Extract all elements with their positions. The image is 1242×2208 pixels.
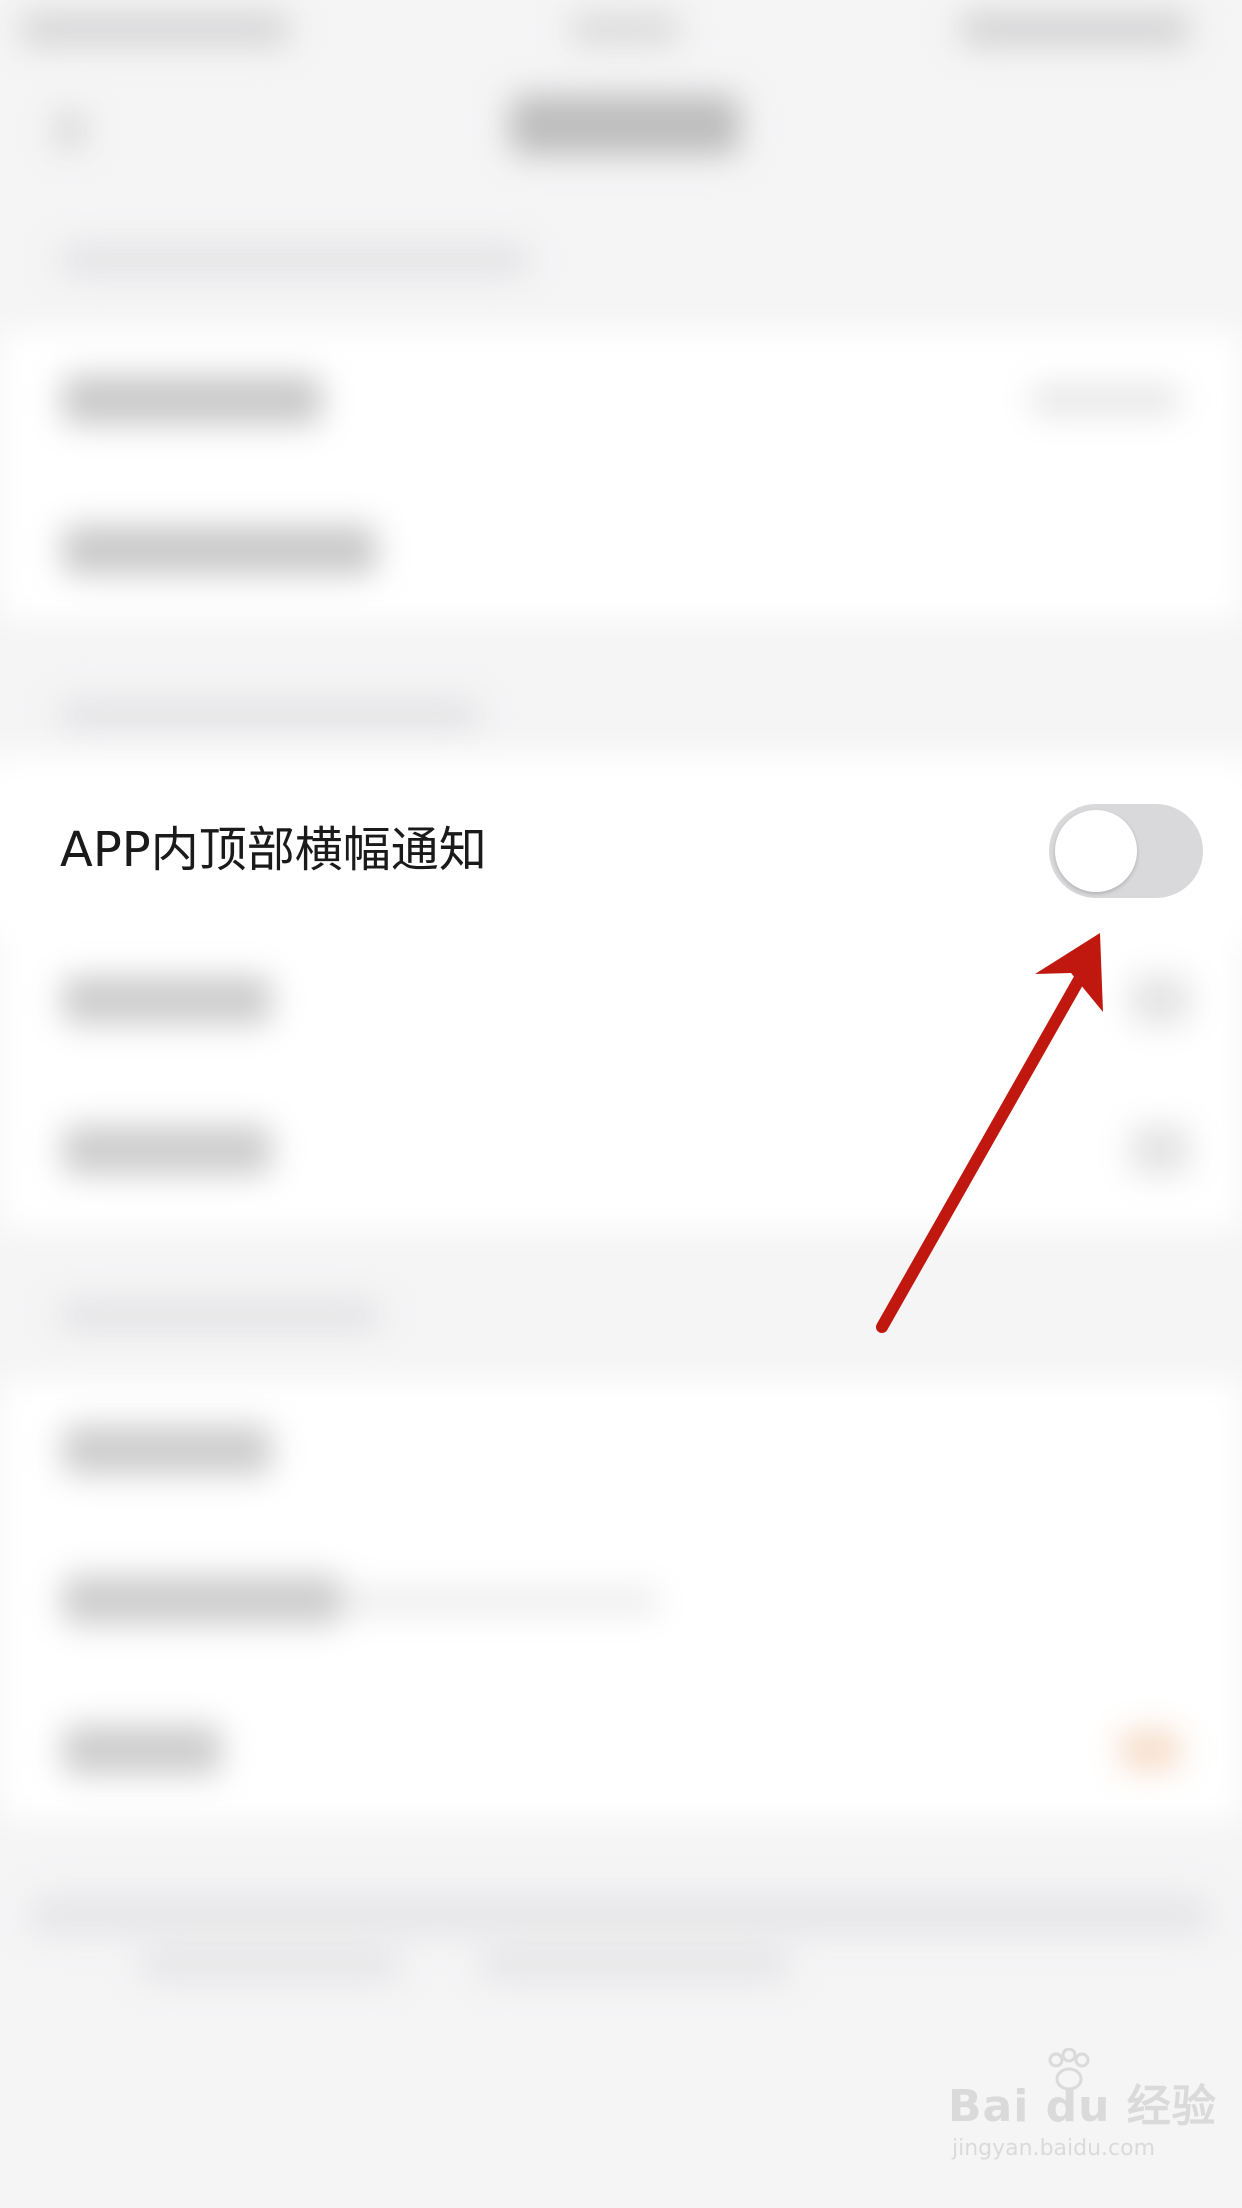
watermark-brand: Bai du 经验 [948, 2081, 1217, 2132]
page-title [510, 95, 740, 155]
section-header [60, 700, 480, 730]
settings-item-label [62, 975, 272, 1025]
settings-item-control [1130, 975, 1190, 1025]
settings-item-label [62, 525, 377, 575]
blurred-background [0, 0, 1242, 2208]
settings-item-label [62, 1575, 342, 1625]
baidu-watermark: Bai du 经验 jingyan.baidu.com [948, 2048, 1216, 2180]
footer-link [480, 1950, 790, 1980]
settings-item-label [62, 1125, 272, 1175]
settings-item-control [1130, 1125, 1190, 1175]
status-bar-right [960, 12, 1190, 46]
settings-item-banner-notification: APP内顶部横幅通知 [0, 790, 1242, 910]
settings-item-label [62, 375, 322, 425]
settings-item-label [62, 1725, 222, 1775]
settings-group [0, 330, 1242, 620]
footer-link [140, 1950, 400, 1980]
footer-text [30, 1895, 1210, 1935]
settings-item-value [1030, 385, 1180, 415]
watermark-url: jingyan.baidu.com [952, 2136, 1156, 2161]
section-header [60, 245, 530, 275]
status-bar-center [570, 12, 680, 46]
settings-item-label [62, 1425, 272, 1475]
settings-item-badge [1120, 1730, 1180, 1770]
back-icon[interactable] [55, 110, 85, 150]
section-header [60, 1300, 380, 1330]
banner-notification-toggle[interactable] [1049, 804, 1203, 898]
toggle-knob[interactable] [1055, 810, 1137, 892]
banner-notification-label: APP内顶部横幅通知 [60, 822, 487, 878]
settings-screen: APP内顶部横幅通知 Bai du 经验 jingyan.baidu.com [0, 0, 1242, 2208]
settings-item-hint [340, 1588, 660, 1614]
status-bar-left [20, 12, 290, 46]
